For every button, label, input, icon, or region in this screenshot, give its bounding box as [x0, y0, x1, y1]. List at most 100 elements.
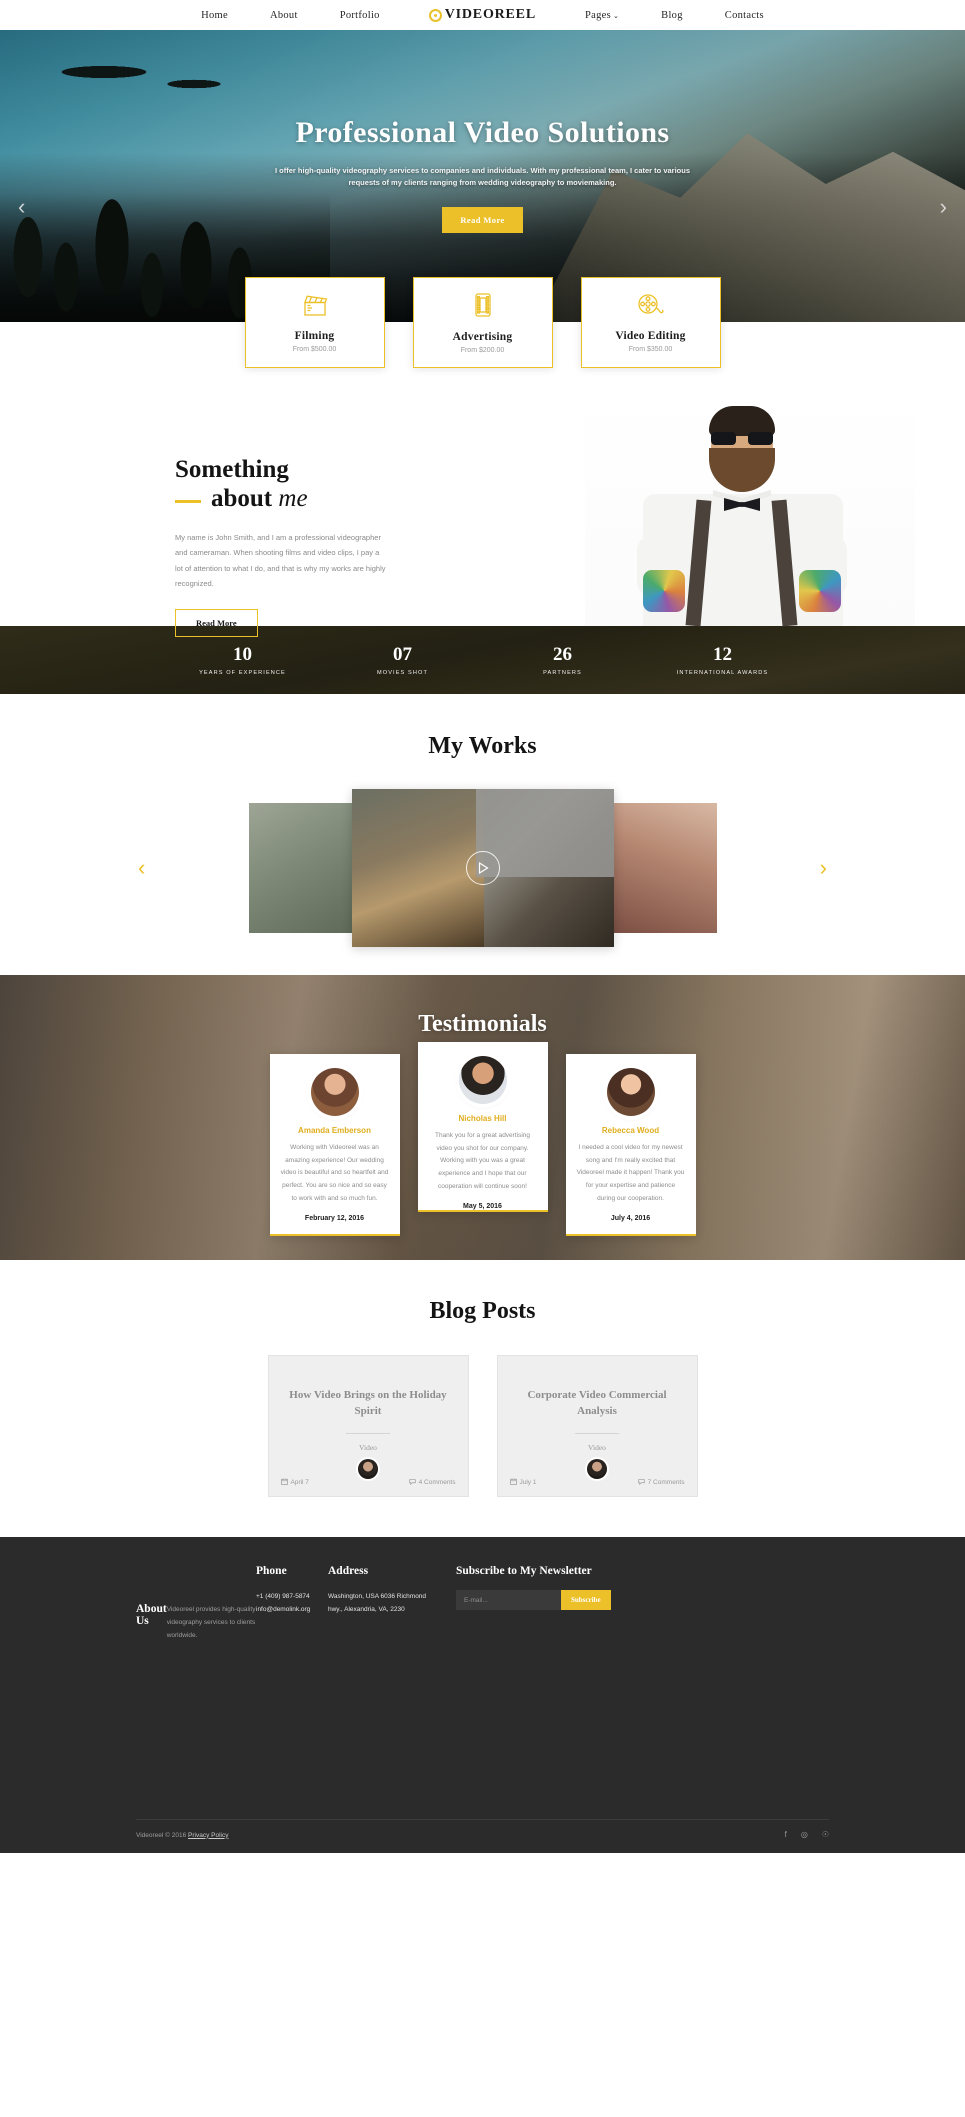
counter-label: YEARS OF EXPERIENCE [199, 670, 286, 676]
service-card-filming[interactable]: Filming From $500.00 [244, 277, 385, 368]
nav-item-portfolio[interactable]: Portfolio [319, 10, 401, 21]
counters-section: 10 YEARS OF EXPERIENCE 07 MOVIES SHOT 26… [0, 626, 965, 694]
counter-value: 07 [393, 644, 412, 665]
service-name: Video Editing [615, 329, 686, 342]
testimonials-section: Testimonials Amanda Emberson Working wit… [0, 975, 965, 1260]
site-header: Home About Portfolio VIDEOREEL Pages ⌄ Bl… [0, 0, 965, 30]
blog-post-comments-group[interactable]: 4 Comments [408, 1478, 456, 1487]
portrait-beard [709, 448, 775, 492]
blog-post-date-group: April 7 [280, 1478, 309, 1487]
counter-label: MOVIES SHOT [377, 670, 428, 676]
primary-nav-right: Pages ⌄ Blog Contacts [564, 10, 785, 21]
footer-about-heading: About Us [136, 1603, 167, 1627]
about-heading-italic: me [278, 485, 308, 512]
works-slide-next[interactable] [613, 803, 717, 933]
nav-item-pages-label: Pages [584, 9, 611, 21]
privacy-policy-link[interactable]: Privacy Policy [188, 1832, 228, 1839]
counter-partners: 26 PARTNERS [483, 644, 643, 676]
hero-subtitle: I offer high-quality videography service… [274, 166, 691, 188]
footer-address-heading: Address [328, 1565, 369, 1577]
avatar [606, 1068, 655, 1116]
blog-post-comments-group[interactable]: 7 Comments [637, 1478, 685, 1487]
footer-email[interactable]: info@demolink.org [256, 1603, 328, 1616]
comment-icon [408, 1478, 416, 1487]
sunglasses-icon [711, 432, 773, 445]
counter-value: 26 [553, 644, 572, 665]
nav-item-home[interactable]: Home [180, 10, 249, 21]
film-strip-icon [471, 292, 495, 323]
hero-read-more-button[interactable]: Read More [442, 206, 523, 233]
blog-post-meta: April 7 4 Comments [280, 1478, 456, 1487]
footer-phone-heading: Phone [256, 1565, 287, 1577]
footer-phone-number[interactable]: +1 (409) 987-5874 [256, 1590, 328, 1603]
footer-address-line2: hwy., Alexandria, VA, 2230 [328, 1606, 405, 1613]
site-footer: About Us Videoreel provides high-quality… [0, 1537, 965, 1853]
nav-item-blog[interactable]: Blog [640, 10, 704, 21]
testimonial-date: May 5, 2016 [463, 1203, 502, 1211]
portrait-illustration [585, 394, 915, 627]
blog-post-comments: 4 Comments [418, 1479, 456, 1486]
newsletter-email-input[interactable] [456, 1590, 561, 1610]
testimonial-card: Rebecca Wood I needed a cool video for m… [565, 1054, 696, 1237]
avatar [310, 1068, 359, 1116]
blog-divider [346, 1432, 390, 1434]
about-read-more-button[interactable]: Read More [175, 608, 258, 637]
hero-next-arrow[interactable]: › [940, 196, 947, 218]
facebook-icon[interactable]: f [785, 1831, 787, 1839]
footer-address-line1: Washington, USA 6036 Richmond [328, 1593, 427, 1600]
nav-item-pages[interactable]: Pages ⌄ [564, 10, 640, 21]
hero-prev-arrow[interactable]: ‹ [18, 196, 25, 218]
footer-copyright: Videoreel © 2016 Privacy Policy [136, 1832, 228, 1839]
blog-post-card[interactable]: Corporate Video Commercial Analysis Vide… [496, 1355, 698, 1497]
service-card-advertising[interactable]: Advertising From $200.00 [412, 277, 553, 368]
testimonial-text: Thank you for a great advertising video … [434, 1132, 531, 1190]
blog-post-category[interactable]: Video [359, 1443, 377, 1452]
about-portrait-photo [585, 394, 915, 627]
blog-post-category[interactable]: Video [588, 1443, 606, 1452]
blog-post-date-group: July 1 [509, 1478, 537, 1487]
play-icon[interactable] [465, 851, 500, 885]
works-prev-arrow[interactable]: ‹ [138, 857, 145, 879]
blog-divider [575, 1432, 619, 1434]
nav-item-about[interactable]: About [249, 10, 319, 21]
service-price: From $350.00 [628, 345, 673, 353]
blog-section: Blog Posts How Video Brings on the Holid… [0, 1260, 965, 1537]
film-reel-logo-icon [428, 8, 442, 22]
blog-list: How Video Brings on the Holiday Spirit V… [0, 1355, 965, 1497]
works-slide-previous[interactable] [248, 803, 352, 933]
footer-bottom-bar: Videoreel © 2016 Privacy Policy f ◎ ☉ [136, 1819, 829, 1853]
works-slide-active[interactable] [351, 789, 614, 947]
blog-title: Blog Posts [429, 1298, 536, 1324]
testimonial-date: February 12, 2016 [304, 1215, 365, 1223]
services-section: Filming From $500.00 Advertising From $2… [0, 277, 965, 394]
works-section: My Works ‹ › [0, 694, 965, 975]
blog-post-title: Corporate Video Commercial Analysis [527, 1389, 667, 1417]
footer-address-column: Address Washington, USA 6036 Richmond hw… [328, 1565, 456, 1797]
testimonial-text: I needed a cool video for my newest song… [576, 1144, 685, 1202]
testimonials-title: Testimonials [418, 1011, 547, 1037]
testimonial-card: Amanda Emberson Working with Videoreel w… [269, 1054, 400, 1237]
avatar [358, 1458, 378, 1479]
google-plus-icon[interactable]: ☉ [822, 1831, 829, 1839]
counter-international-awards: 12 INTERNATIONAL AWARDS [643, 644, 803, 676]
service-card-video-editing[interactable]: Video Editing From $350.00 [580, 277, 721, 368]
instagram-icon[interactable]: ◎ [801, 1831, 808, 1839]
testimonial-author: Amanda Emberson [298, 1126, 371, 1135]
blog-post-meta: July 1 7 Comments [509, 1478, 685, 1487]
service-price: From $500.00 [292, 345, 337, 353]
nav-item-contacts[interactable]: Contacts [704, 10, 785, 21]
calendar-icon [509, 1478, 517, 1487]
newsletter-subscribe-button[interactable]: Subscribe [561, 1590, 611, 1610]
about-text-column: Something about me My name is John Smith… [0, 432, 420, 637]
about-accent-rule [175, 499, 201, 503]
counter-label: INTERNATIONAL AWARDS [676, 670, 769, 676]
site-logo[interactable]: VIDEOREEL [428, 7, 536, 23]
counter-label: PARTNERS [543, 670, 582, 676]
comment-icon [637, 1478, 645, 1487]
blog-post-date: July 1 [519, 1479, 537, 1486]
about-heading-word: about [211, 485, 273, 512]
footer-about-column: About Us Videoreel provides high-quality… [136, 1565, 256, 1797]
works-next-arrow[interactable]: › [820, 857, 827, 879]
blog-post-card[interactable]: How Video Brings on the Holiday Spirit V… [267, 1355, 469, 1497]
testimonial-card: Nicholas Hill Thank you for a great adve… [417, 1042, 548, 1212]
